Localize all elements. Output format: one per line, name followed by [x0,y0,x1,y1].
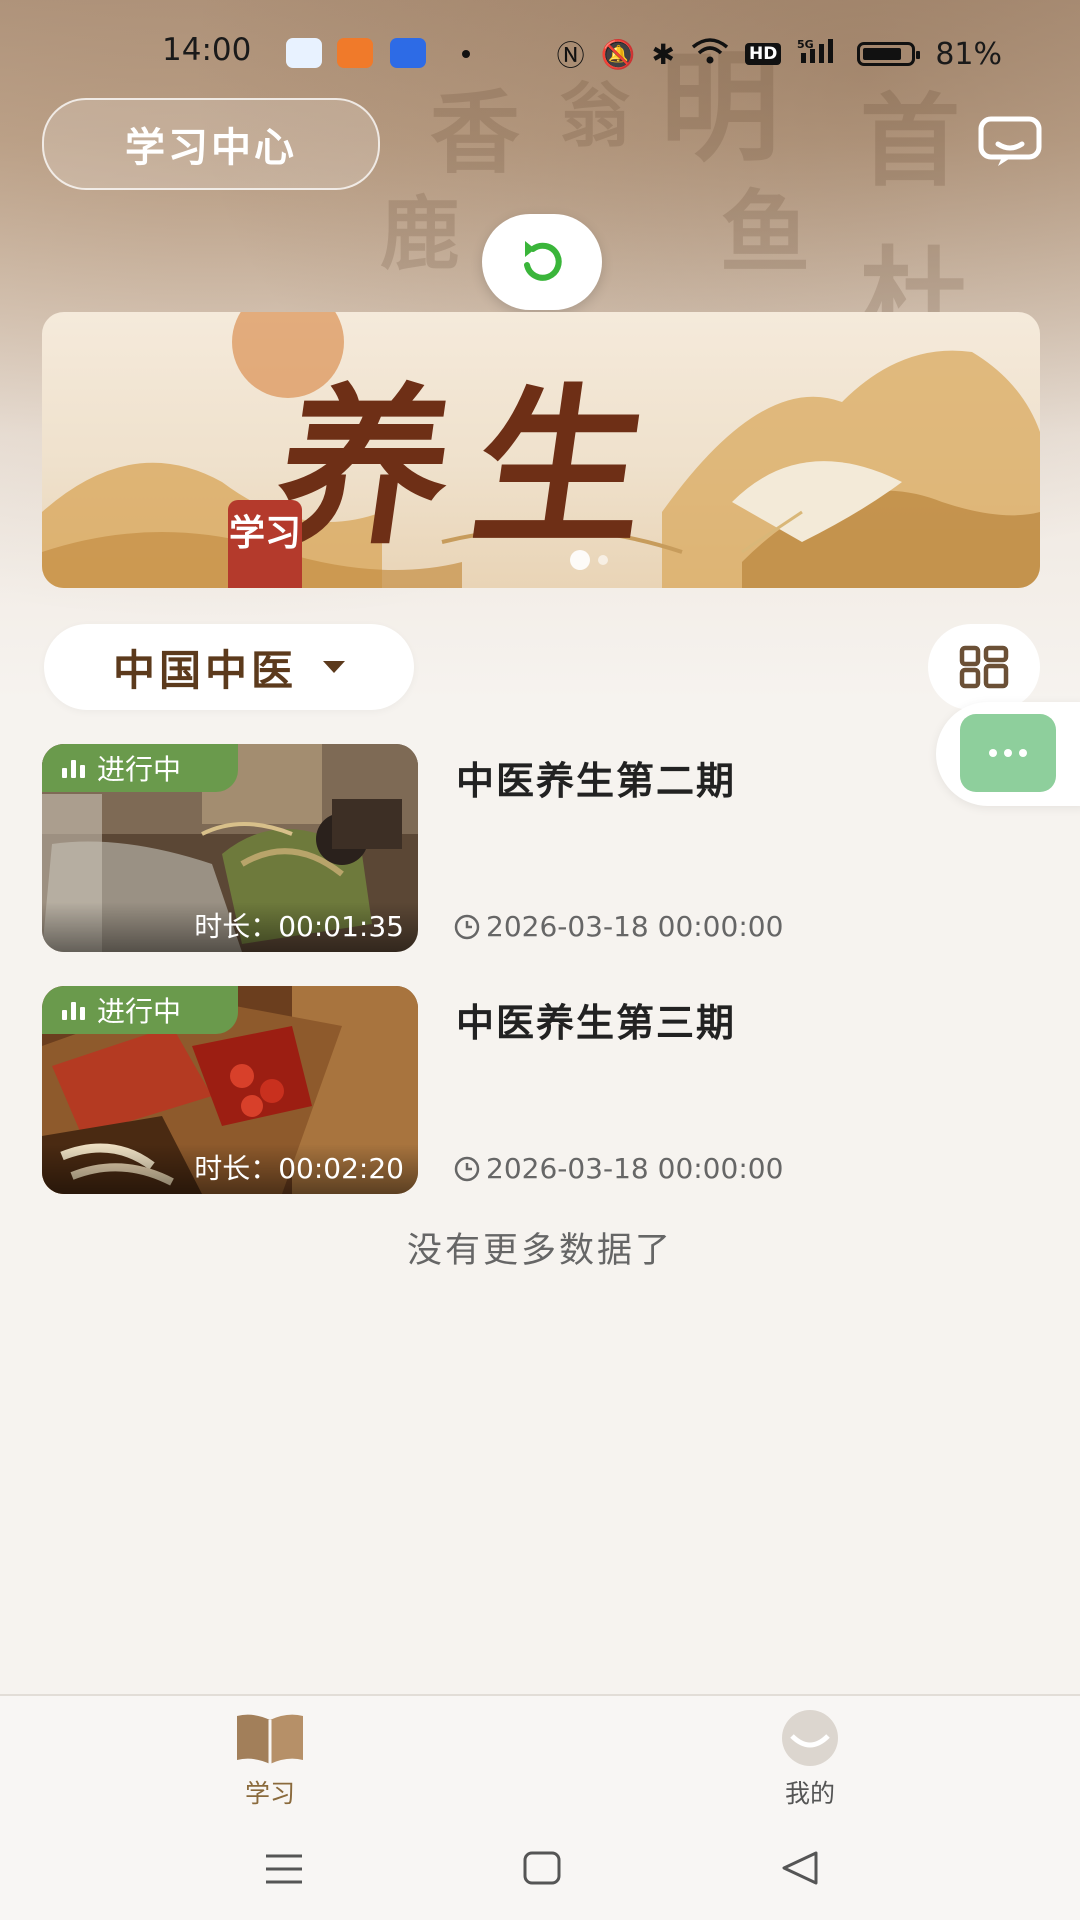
course-title: 中医养生第二期 [456,759,737,803]
status-time: 14:00 [162,32,252,68]
reader-notification-icon [337,38,373,68]
notification-dot-icon [462,50,470,58]
course-card[interactable]: 进行中 时长：00:01:35 中医养生第二期 2026-03-18 00:00… [42,744,1042,952]
signal-5g-icon: 5G [797,37,841,72]
status-badge: 进行中 [42,986,238,1034]
app-notification-icon [286,38,322,68]
course-thumbnail: 进行中 时长：00:01:35 [42,744,418,952]
progress-bars-icon [62,1000,85,1020]
status-badge-label: 进行中 [97,995,182,1028]
battery-icon [857,42,921,66]
refresh-icon [524,241,562,281]
hd-icon: HD [744,43,782,65]
course-date: 2026-03-18 00:00:00 [486,910,784,943]
battery-level: 81% [935,36,1002,72]
banner-seal: 学习 [228,500,302,588]
banner-indicator [598,555,608,565]
category-label: 中国中医 [112,645,297,695]
category-dropdown[interactable]: 中国中医 [44,624,414,710]
list-end-text: 没有更多数据了 [406,1231,673,1271]
status-badge-label: 进行中 [97,753,182,786]
course-thumbnail: 进行中 时长：00:02:20 [42,986,418,1194]
tab-label: 我的 [784,1779,835,1808]
clock-icon [454,914,480,939]
chat-bubble-icon[interactable] [978,116,1042,168]
grid-layout-icon [959,645,1009,689]
clock-icon [454,1156,480,1181]
home-icon[interactable] [522,1850,562,1886]
nfc-icon: Ⓝ [556,39,585,72]
mute-icon: 🔕 [600,37,636,71]
tab-label: 学习 [244,1779,295,1808]
course-date-row: 2026-03-18 00:00:00 [454,1152,783,1185]
menu-icon[interactable] [264,1852,304,1886]
chevron-down-icon [323,661,345,673]
page-title[interactable]: 学习中心 [42,98,380,190]
grid-view-button[interactable] [928,624,1040,710]
progress-bars-icon [62,758,85,778]
banner-title: 养生 [265,368,686,568]
tab-mine[interactable]: 我的 [710,1710,910,1810]
system-navigation-bar [0,1834,1080,1920]
tab-study[interactable]: 学习 [170,1710,370,1810]
bottom-tab-bar: 学习 我的 [0,1694,1080,1836]
banner-indicator-active [570,550,590,570]
refresh-button[interactable] [482,214,602,310]
course-duration: 时长：00:02:20 [42,1144,418,1194]
profile-icon [782,1710,838,1766]
bluetooth-icon: ✱ [651,37,675,71]
status-badge: 进行中 [42,744,238,792]
course-date-row: 2026-03-18 00:00:00 [454,910,783,943]
tool-notification-icon [390,38,426,68]
course-title: 中医养生第三期 [456,1001,737,1045]
status-bar: 14:00 Ⓝ 🔕 ✱ HD 5G 81% [0,0,1080,110]
course-date: 2026-03-18 00:00:00 [486,1152,784,1185]
wifi-icon [691,37,729,72]
book-icon [237,1714,303,1764]
course-duration: 时长：00:01:35 [42,902,418,952]
course-card[interactable]: 进行中 时长：00:02:20 中医养生第三期 2026-03-18 00:00… [42,986,1042,1194]
banner-image[interactable]: 养生 学习 [42,312,1040,588]
back-icon[interactable] [780,1850,820,1886]
